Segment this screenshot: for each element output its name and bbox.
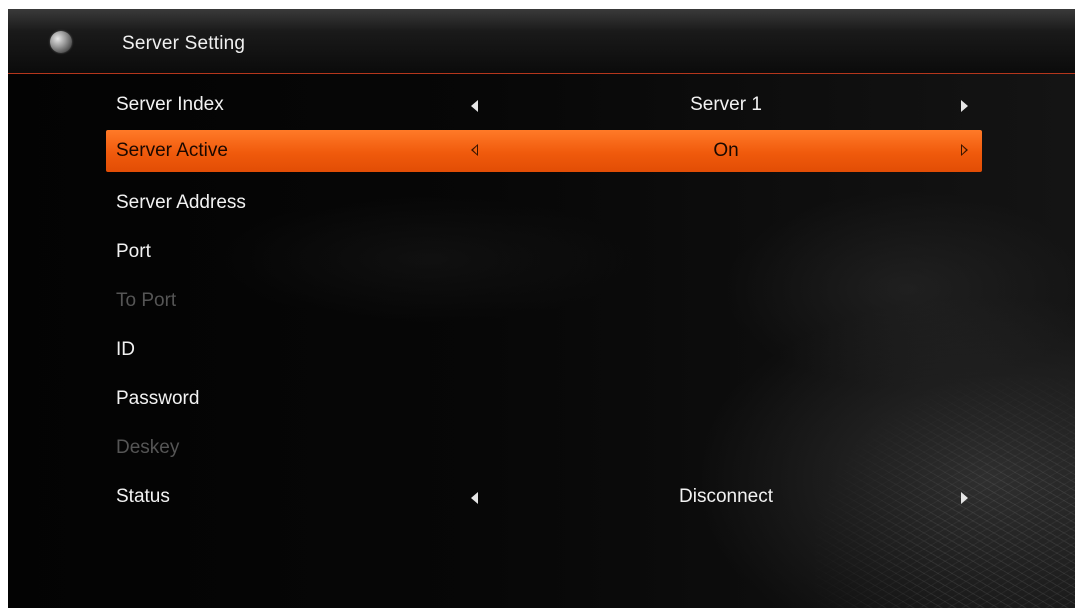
setting-value: Server 1 <box>690 94 762 115</box>
arrow-left-icon[interactable] <box>471 144 478 156</box>
setting-label: Password <box>116 388 200 409</box>
arrow-right-icon[interactable] <box>961 100 968 112</box>
setting-row-port[interactable]: Port <box>106 228 982 277</box>
setting-label: Status <box>116 486 170 507</box>
settings-menu: Server Index Server 1 Server Active On S… <box>106 81 982 522</box>
globe-icon <box>50 31 72 53</box>
setting-row-server-index[interactable]: Server Index Server 1 <box>106 81 982 130</box>
setting-label: ID <box>116 339 135 360</box>
server-setting-screen: Server Setting Server Index Server 1 Ser… <box>8 9 1075 608</box>
arrow-left-icon[interactable] <box>471 100 478 112</box>
setting-label: Server Address <box>116 192 246 213</box>
setting-label: Deskey <box>116 437 180 458</box>
header-bar: Server Setting <box>8 9 1075 74</box>
arrow-right-icon[interactable] <box>961 492 968 504</box>
setting-row-id[interactable]: ID <box>106 326 982 375</box>
setting-value: On <box>713 140 739 161</box>
setting-label: To Port <box>116 290 177 311</box>
setting-row-status[interactable]: Status Disconnect <box>106 473 982 522</box>
setting-label: Server Active <box>116 140 228 161</box>
setting-value: Disconnect <box>679 486 773 507</box>
arrow-left-icon[interactable] <box>471 492 478 504</box>
setting-row-password[interactable]: Password <box>106 375 982 424</box>
setting-label: Server Index <box>116 94 224 115</box>
arrow-right-icon[interactable] <box>961 144 968 156</box>
page-title: Server Setting <box>122 33 246 54</box>
setting-row-to-port: To Port <box>106 277 982 326</box>
setting-row-deskey: Deskey <box>106 424 982 473</box>
setting-label: Port <box>116 241 151 262</box>
setting-row-server-active[interactable]: Server Active On <box>106 130 982 172</box>
setting-row-server-address[interactable]: Server Address <box>106 179 982 228</box>
